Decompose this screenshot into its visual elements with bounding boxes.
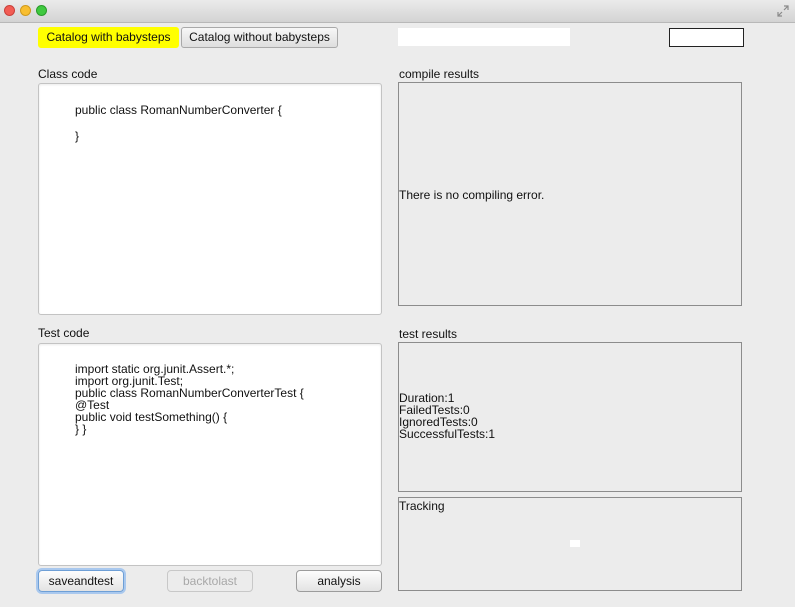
test-results-lines: Duration:1 FailedTests:0 IgnoredTests:0 … xyxy=(399,392,495,440)
compile-results-label: compile results xyxy=(399,67,480,81)
test-code-label: Test code xyxy=(38,326,90,340)
tracking-label: Tracking xyxy=(399,499,445,513)
code-line: public class RomanNumberConverterTest { xyxy=(75,386,304,400)
tracking-indicator xyxy=(570,540,580,547)
code-line: } } xyxy=(75,422,87,436)
compile-results-text: There is no compiling error. xyxy=(399,188,545,202)
class-code-editor[interactable]: public class RomanNumberConverter { } xyxy=(38,83,382,315)
test-result-line: SuccessfulTests:1 xyxy=(399,427,496,441)
analysis-button[interactable]: analysis xyxy=(296,570,382,592)
test-code-editor[interactable]: import static org.junit.Assert.*; import… xyxy=(38,343,382,566)
saveandtest-button[interactable]: saveandtest xyxy=(38,570,124,592)
code-line: public class RomanNumberConverter { xyxy=(75,103,282,117)
tab-catalog-with-babysteps[interactable]: Catalog with babysteps xyxy=(38,27,179,48)
title-bar xyxy=(0,0,795,23)
close-window-button[interactable] xyxy=(4,5,15,16)
test-results-label: test results xyxy=(399,327,458,341)
test-code-lines: import static org.junit.Assert.*; import… xyxy=(75,363,304,435)
test-results-panel: Duration:1 FailedTests:0 IgnoredTests:0 … xyxy=(398,342,742,492)
code-line: } xyxy=(75,129,80,143)
minimize-window-button[interactable] xyxy=(20,5,31,16)
app-window: Catalog with babysteps Catalog without b… xyxy=(0,0,795,607)
class-code-lines: public class RomanNumberConverter { } xyxy=(75,104,282,142)
status-field xyxy=(398,28,570,46)
compile-results-panel: There is no compiling error. xyxy=(398,82,742,306)
fullscreen-arrows-icon xyxy=(777,5,789,17)
code-line: public void testSomething() { xyxy=(75,410,228,424)
zoom-window-button[interactable] xyxy=(36,5,47,16)
backtolast-button[interactable]: backtolast xyxy=(167,570,253,592)
tab-catalog-without-babysteps[interactable]: Catalog without babysteps xyxy=(181,27,338,48)
fullscreen-icon[interactable] xyxy=(777,5,789,17)
class-code-label: Class code xyxy=(38,67,98,81)
timer-box xyxy=(669,28,744,47)
